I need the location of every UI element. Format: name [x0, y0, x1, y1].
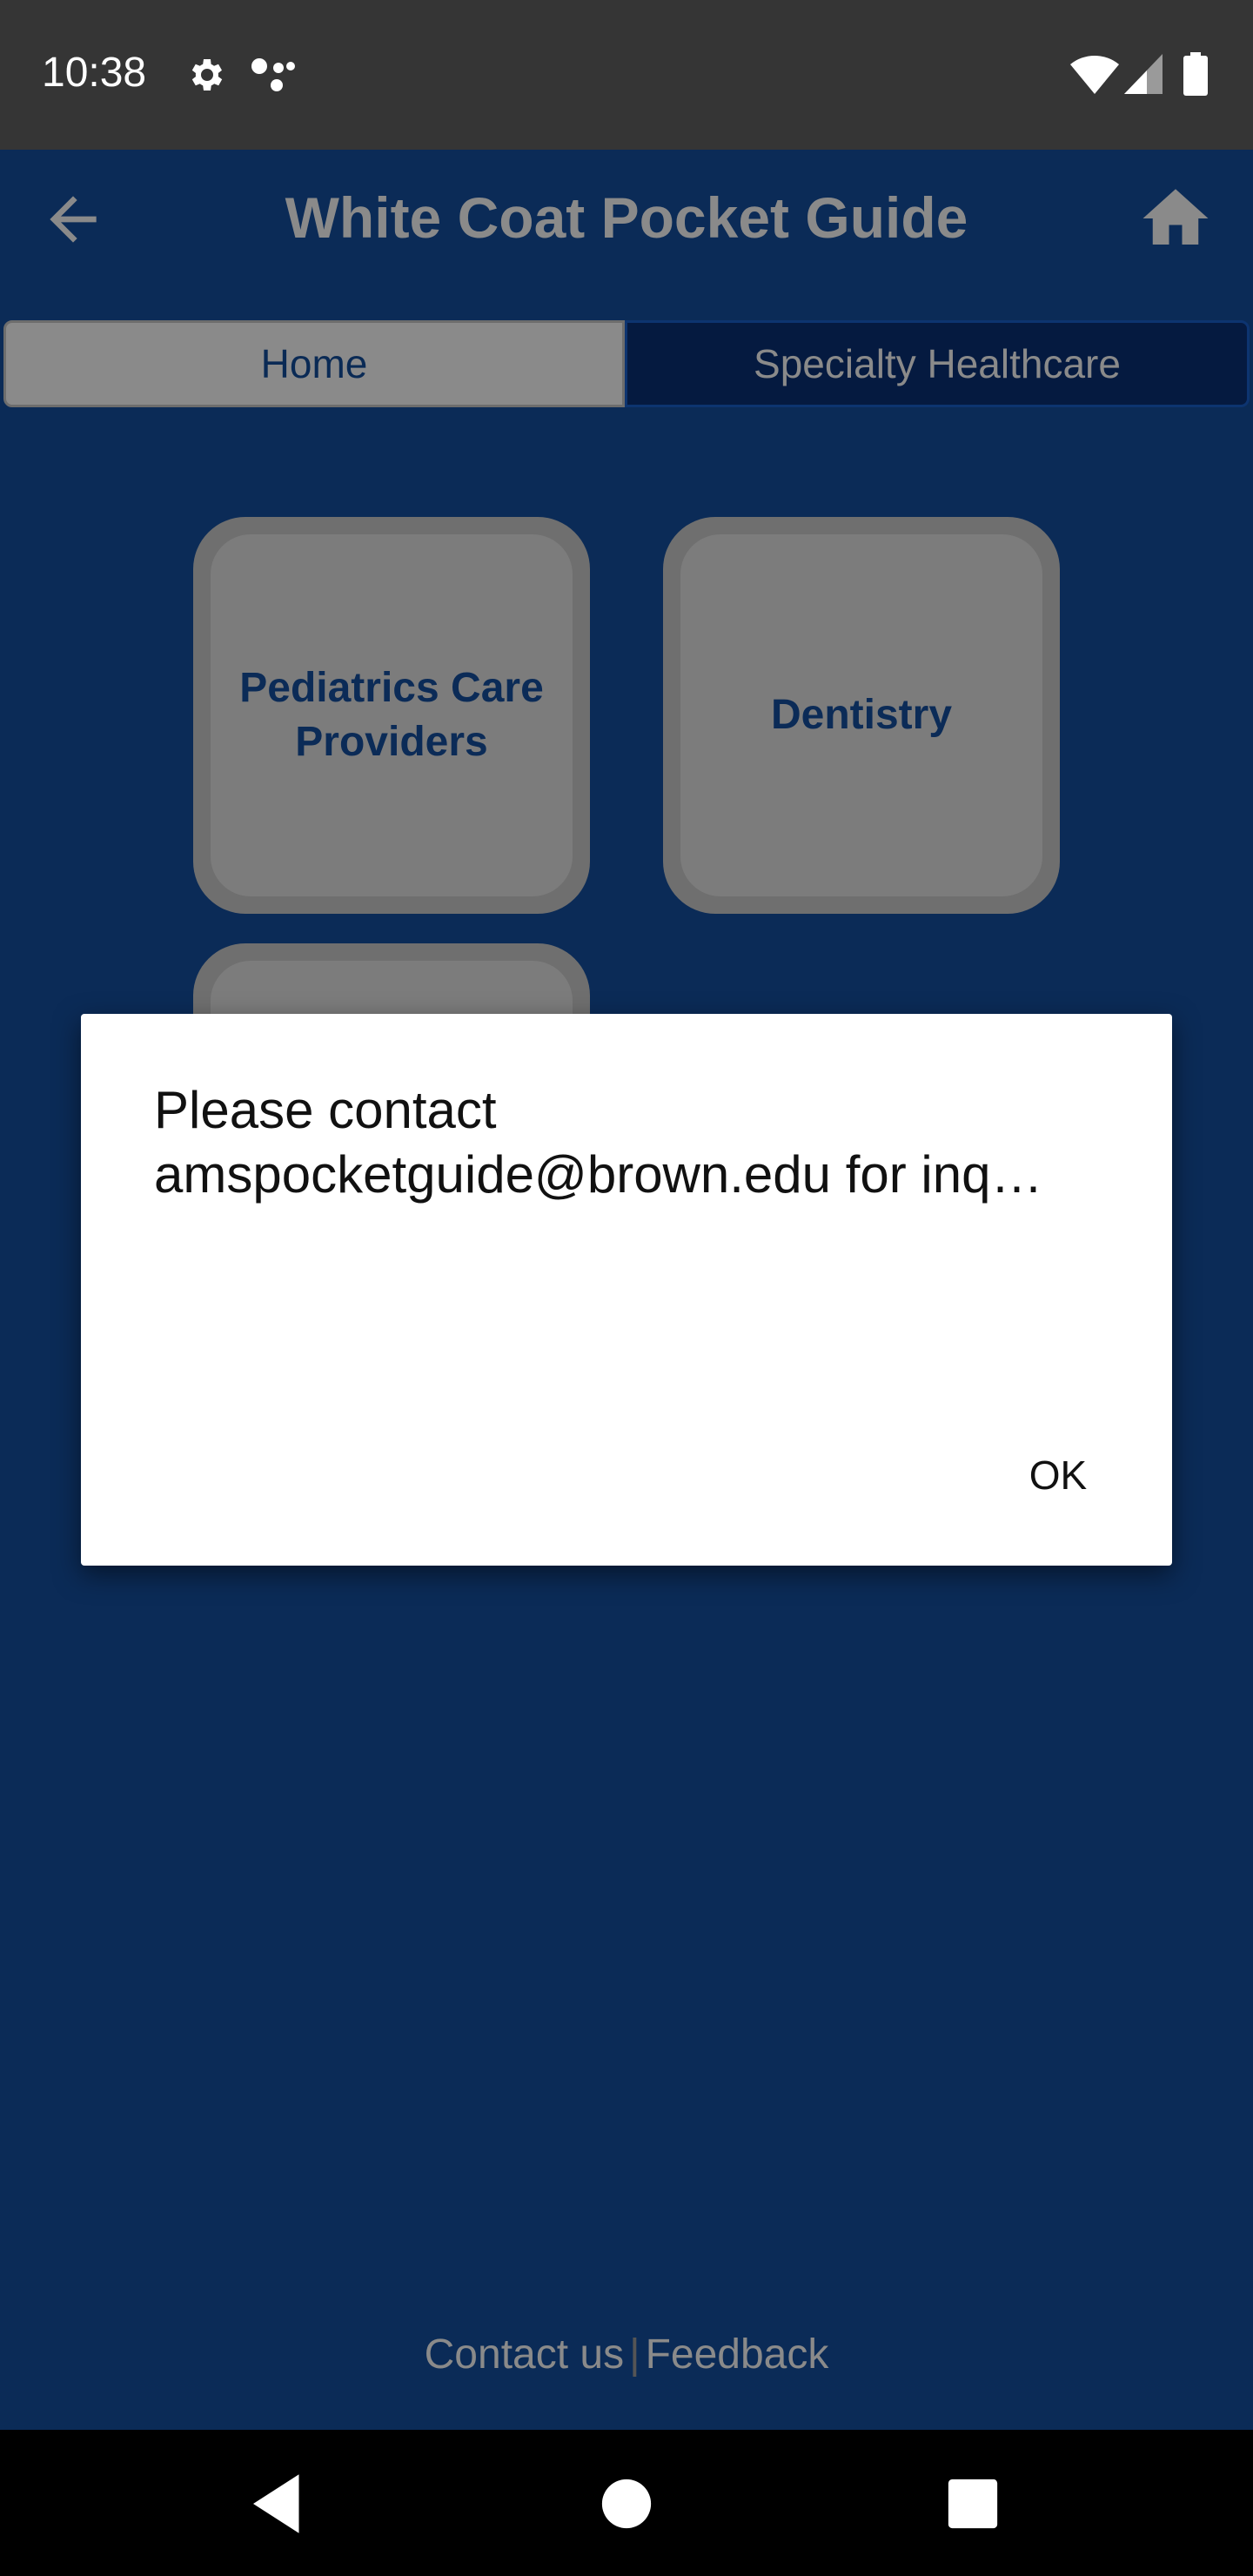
assistant-dots-icon: [251, 58, 295, 91]
tile-pediatrics-care-providers[interactable]: Pediatrics Care Providers: [193, 517, 590, 914]
wifi-icon: [1070, 55, 1119, 94]
feedback-link[interactable]: Feedback: [646, 2331, 829, 2378]
system-nav-bar: [0, 2430, 1253, 2576]
tab-specialty-healthcare[interactable]: Specialty Healthcare: [625, 320, 1250, 407]
contact-us-link[interactable]: Contact us: [425, 2331, 624, 2378]
settings-icon: [191, 59, 223, 91]
app-title: White Coat Pocket Guide: [285, 185, 968, 250]
ok-button[interactable]: OK: [993, 1432, 1123, 1519]
dialog-message: Please contact amspocketguide@brown.edu …: [154, 1078, 1111, 1207]
signal-icon: [1124, 54, 1163, 94]
footer-links: Contact us | Feedback: [0, 2331, 1253, 2378]
status-time: 10:38: [42, 50, 147, 96]
tile-label: Pediatrics Care Providers: [211, 534, 573, 896]
tab-home[interactable]: Home: [3, 320, 625, 407]
battery-icon: [1183, 52, 1208, 96]
home-icon[interactable]: [1136, 179, 1215, 258]
tile-dentistry[interactable]: Dentistry: [663, 517, 1060, 914]
home-circle-icon[interactable]: [587, 2465, 666, 2543]
back-triangle-icon[interactable]: [240, 2465, 318, 2543]
recents-square-icon[interactable]: [934, 2465, 1012, 2543]
dialog-message-line2: amspocketguide@brown.edu for inq…: [154, 1145, 1043, 1204]
app-bar: White Coat Pocket Guide: [0, 150, 1253, 306]
footer-separator: |: [629, 2331, 640, 2378]
alert-dialog: Please contact amspocketguide@brown.edu …: [81, 1014, 1172, 1566]
tile-label: Dentistry: [680, 534, 1042, 896]
tab-bar: Home Specialty Healthcare: [3, 320, 1250, 407]
dialog-message-line1: Please contact: [154, 1081, 497, 1139]
status-bar: 10:38: [0, 0, 1253, 150]
